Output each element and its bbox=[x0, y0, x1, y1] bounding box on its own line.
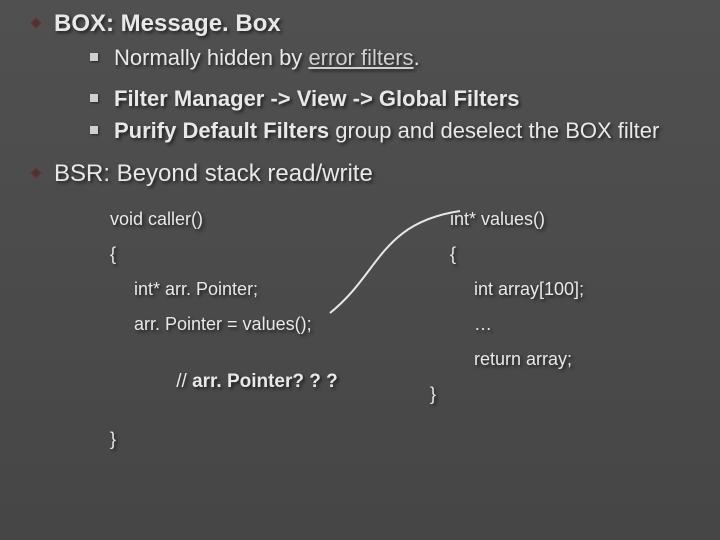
slide: BOX: Message. Box Normally hidden by err… bbox=[0, 0, 720, 540]
box-sub3-rest: group and deselect the BOX filter bbox=[329, 118, 659, 143]
code-left-column: void caller() { int* arr. Pointer; arr. … bbox=[110, 209, 410, 464]
code-right-l6: } bbox=[430, 384, 720, 405]
code-right-l1: int* values() bbox=[450, 209, 720, 230]
box-sub2-text: Filter Manager -> View -> Global Filters bbox=[114, 84, 690, 114]
diamond-bullet-icon bbox=[30, 167, 42, 179]
code-right-l5: return array; bbox=[450, 349, 720, 370]
box-heading: BOX: Message. Box bbox=[54, 10, 281, 39]
box-sub3-bold: Purify Default Filters bbox=[114, 118, 329, 143]
box-sub1-suffix: . bbox=[414, 45, 420, 70]
diamond-bullet-icon bbox=[30, 17, 42, 29]
code-left-l6: } bbox=[110, 429, 410, 450]
square-bullet-icon bbox=[90, 53, 98, 61]
box-sub3-text: Purify Default Filters group and deselec… bbox=[114, 116, 690, 146]
code-left-l1: void caller() bbox=[110, 209, 410, 230]
square-bullet-icon bbox=[90, 126, 98, 134]
code-right-column: int* values() { int array[100]; … return… bbox=[450, 209, 720, 419]
box-heading-row: BOX: Message. Box bbox=[30, 10, 690, 39]
box-sub1: Normally hidden by error filters. bbox=[90, 43, 690, 73]
code-left-l5: // arr. Pointer? ? ? bbox=[110, 349, 410, 415]
code-left-l4: arr. Pointer = values(); bbox=[110, 314, 410, 335]
error-filters-link[interactable]: error filters bbox=[308, 45, 413, 70]
code-left-l5-prefix: // bbox=[176, 371, 192, 392]
box-sub3: Purify Default Filters group and deselec… bbox=[90, 116, 690, 146]
code-right-l3: int array[100]; bbox=[450, 279, 720, 300]
box-sub2: Filter Manager -> View -> Global Filters bbox=[90, 84, 690, 114]
code-left-l3: int* arr. Pointer; bbox=[110, 279, 410, 300]
code-left-l2: { bbox=[110, 244, 410, 265]
bsr-heading-row: BSR: Beyond stack read/write bbox=[30, 160, 690, 189]
box-sublist: Normally hidden by error filters. Filter… bbox=[90, 43, 690, 146]
box-sub1-text: Normally hidden by error filters. bbox=[114, 43, 690, 73]
code-right-l2: { bbox=[450, 244, 720, 265]
code-right-l4: … bbox=[450, 314, 720, 335]
square-bullet-icon bbox=[90, 94, 98, 102]
box-sub1-prefix: Normally hidden by bbox=[114, 45, 308, 70]
bsr-heading: BSR: Beyond stack read/write bbox=[54, 160, 373, 189]
code-left-l5-bold: arr. Pointer? ? ? bbox=[192, 371, 338, 392]
